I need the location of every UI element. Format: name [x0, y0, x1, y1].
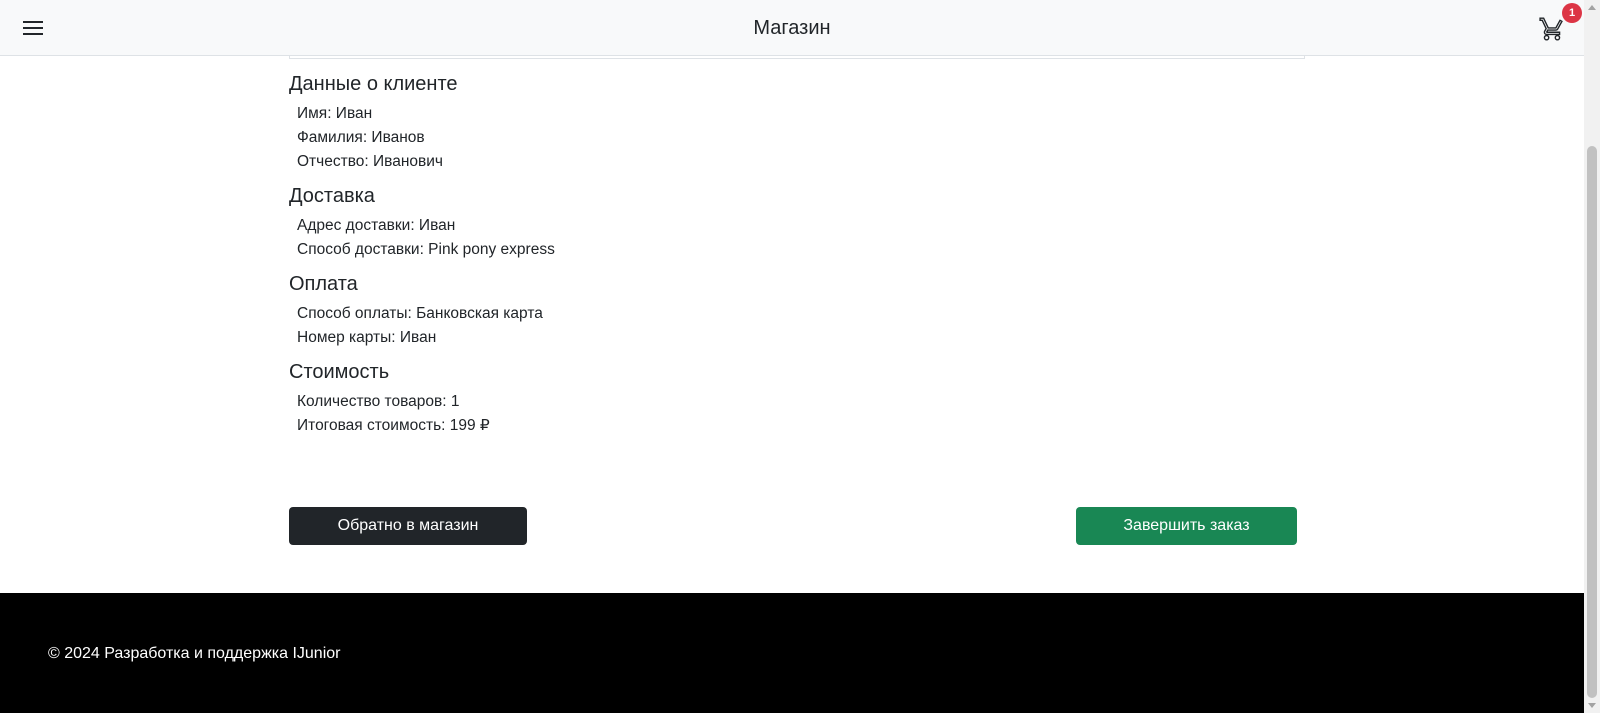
page: Магазин 1 Данные о клиенте Имя: Иван Фам… [0, 0, 1600, 713]
payment-heading: Оплата [289, 273, 358, 295]
back-to-shop-button[interactable]: Обратно в магазин [289, 507, 527, 545]
scroll-up-arrow-icon[interactable] [1588, 5, 1596, 10]
customer-heading: Данные о клиенте [289, 73, 458, 95]
vertical-scrollbar[interactable] [1584, 0, 1600, 713]
summary-card-edge [289, 56, 1305, 59]
cost-details: Количество товаров: 1 Итоговая стоимость… [297, 390, 1305, 438]
delivery-method: Способ доставки: Pink pony express [297, 241, 555, 258]
order-summary: Данные о клиенте Имя: Иван Фамилия: Иван… [289, 68, 1305, 444]
customer-last-name: Фамилия: Иванов [297, 129, 425, 146]
total-price: Итоговая стоимость: 199 ₽ [297, 417, 490, 434]
customer-details: Имя: Иван Фамилия: Иванов Отчество: Иван… [297, 102, 1305, 174]
scrollbar-thumb[interactable] [1587, 146, 1597, 698]
customer-patronymic: Отчество: Иванович [297, 153, 443, 170]
customer-first-name: Имя: Иван [297, 105, 373, 122]
cost-heading: Стоимость [289, 361, 390, 383]
footer-copyright: © 2024 Разработка и поддержка IJunior [48, 645, 341, 662]
finish-order-button[interactable]: Завершить заказ [1076, 507, 1297, 545]
card-number: Номер карты: Иван [297, 329, 437, 346]
delivery-heading: Доставка [289, 185, 375, 207]
scroll-down-arrow-icon[interactable] [1588, 703, 1596, 708]
item-count: Количество товаров: 1 [297, 393, 460, 410]
delivery-address: Адрес доставки: Иван [297, 217, 456, 234]
payment-details: Способ оплаты: Банковская карта Номер ка… [297, 302, 1305, 350]
footer: © 2024 Разработка и поддержка IJunior [0, 593, 1584, 713]
shopping-cart-icon [1539, 17, 1563, 41]
payment-method: Способ оплаты: Банковская карта [297, 305, 543, 322]
delivery-details: Адрес доставки: Иван Способ доставки: Pi… [297, 214, 1305, 262]
page-title: Магазин [753, 17, 831, 39]
cart-count-badge: 1 [1562, 3, 1582, 23]
cart-button[interactable] [1539, 16, 1565, 42]
top-navbar: Магазин 1 [0, 0, 1584, 56]
